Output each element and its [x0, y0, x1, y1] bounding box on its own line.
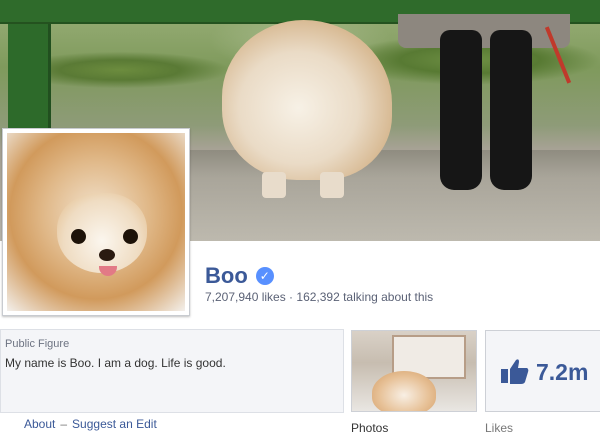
about-description: My name is Boo. I am a dog. Life is good… [5, 356, 226, 370]
likes-count: 7.2m [536, 359, 589, 385]
profile-picture [7, 133, 185, 311]
cover-person-skirt [398, 14, 570, 48]
about-category[interactable]: Public Figure [5, 338, 69, 350]
page-stats: 7,207,940 likes · 162,392 talking about … [205, 290, 434, 304]
about-box: Public Figure My name is Boo. I am a dog… [0, 329, 344, 413]
likes-tile[interactable]: 7.2m [485, 330, 600, 412]
profile-dog-nose [99, 249, 115, 261]
likes-label[interactable]: Likes [485, 421, 513, 435]
profile-dog-eye [71, 229, 86, 244]
cover-dog-leg [320, 172, 344, 198]
about-link[interactable]: About [24, 417, 55, 431]
link-separator: – [60, 417, 68, 431]
cover-dog [222, 20, 392, 180]
profile-dog-eye [123, 229, 138, 244]
cover-dog-leg [262, 172, 286, 198]
page-title-row: Boo ✓ [205, 262, 274, 290]
page-title[interactable]: Boo [205, 263, 248, 289]
profile-picture-frame[interactable] [2, 128, 190, 316]
photos-tile[interactable] [351, 330, 477, 412]
photos-label[interactable]: Photos [351, 421, 388, 435]
photo-puppy [372, 371, 436, 411]
thumbs-up-icon [501, 359, 529, 384]
suggest-edit-link[interactable]: Suggest an Edit [72, 417, 157, 431]
cover-boot-left [440, 30, 482, 190]
check-badge-icon: ✓ [255, 267, 274, 285]
profile-dog-tongue [99, 266, 117, 276]
about-links: About – Suggest an Edit [24, 417, 157, 431]
cover-boot-right [490, 30, 532, 190]
